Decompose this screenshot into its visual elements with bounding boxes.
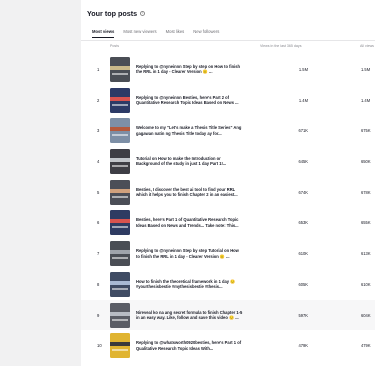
post-views-last-365: 645K [298, 159, 308, 165]
table-row[interactable]: 7 Replying to @nyneinnn Step by step Tuto… [81, 238, 375, 269]
post-thumbnail[interactable] [110, 210, 130, 236]
column-posts: Posts [110, 44, 119, 48]
table-row[interactable]: 4 Tutorial on How to make the Introductio… [81, 146, 375, 177]
post-thumbnail[interactable] [110, 118, 130, 144]
table-row[interactable]: 5 Besties, I discover the best ai tool to… [81, 177, 375, 208]
post-views-last-365: 479K [298, 343, 308, 349]
post-title[interactable]: Replying to @whatsworth0920besties, here… [136, 340, 243, 351]
table-row[interactable]: 9 Nireveal ko na ang secret formula to fi… [81, 299, 375, 331]
post-rank: 4 [97, 159, 100, 165]
post-views-last-365: 671K [298, 128, 308, 134]
post-rank: 2 [97, 97, 100, 103]
post-all-views: 678K [361, 189, 371, 195]
post-title[interactable]: Besties, here's Part 1 of Quantitative R… [136, 217, 243, 228]
post-rank: 1 [97, 67, 100, 72]
post-all-views: 655K [361, 220, 371, 226]
post-thumbnail[interactable] [110, 271, 130, 297]
post-thumbnail[interactable] [110, 179, 130, 205]
page-title: Your top posts [87, 9, 138, 18]
post-thumbnail[interactable] [110, 333, 130, 359]
post-thumbnail[interactable] [110, 57, 130, 82]
post-rank: 8 [97, 281, 100, 287]
post-all-views: 479K [361, 343, 371, 349]
post-title[interactable]: Tutorial on How to make the Introduction… [136, 156, 243, 167]
table-row[interactable]: 10 Replying to @whatsworth0920besties, he… [81, 330, 375, 361]
post-thumbnail[interactable] [110, 302, 130, 328]
table-row[interactable]: 3 Welcome to my "Let's make a Thesis Titl… [81, 115, 375, 146]
tab-most-views[interactable]: Most views [92, 29, 115, 38]
table-row[interactable]: 2 Replying to @nyneinnn Besties, here's P… [81, 85, 375, 116]
post-title[interactable]: How to finish the theoretical framework … [136, 279, 243, 290]
post-rank: 7 [97, 251, 100, 257]
post-views-last-365: 597K [298, 312, 308, 318]
top-posts-panel: Your top posts i Most views Most new vie… [81, 0, 375, 366]
post-thumbnail[interactable] [110, 241, 130, 267]
sort-tabs: Most views Most new viewers Most likes N… [92, 29, 219, 38]
column-all-views: All views [360, 44, 374, 48]
info-icon[interactable]: i [140, 11, 146, 16]
post-all-views: 604K [361, 312, 371, 318]
post-views-last-365: 674K [298, 189, 308, 195]
post-title[interactable]: Welcome to my "Let's make a Thesis Title… [136, 125, 243, 136]
top-posts-header: Your top posts i [87, 9, 146, 18]
post-rank: 9 [97, 312, 100, 318]
post-all-views: 610K [361, 281, 371, 287]
post-views-last-365: 1.5M [298, 67, 308, 72]
post-rank: 10 [97, 343, 102, 349]
tab-most-likes[interactable]: Most likes [166, 29, 185, 38]
post-all-views: 650K [361, 159, 371, 165]
post-views-last-365: 610K [298, 251, 308, 257]
post-rank: 3 [97, 128, 100, 134]
tabs-divider [81, 40, 375, 41]
tab-most-new-viewers[interactable]: Most new viewers [123, 29, 156, 38]
post-all-views: 1.4M [361, 97, 371, 103]
post-rank: 6 [97, 220, 100, 226]
post-thumbnail[interactable] [110, 149, 130, 175]
post-title[interactable]: Nireveal ko na ang secret formula to fin… [136, 310, 243, 321]
post-views-last-365: 1.4M [298, 97, 308, 103]
post-title[interactable]: Replying to @nyneinnn Step by step Tutor… [136, 248, 243, 259]
post-title[interactable]: Besties, I discover the best ai tool to … [136, 187, 243, 198]
tab-new-followers[interactable]: New followers [193, 29, 219, 38]
post-views-last-365: 653K [298, 220, 308, 226]
table-header: Posts Views in the last 365 days All vie… [81, 44, 375, 51]
table-row[interactable]: 6 Besties, here's Part 1 of Quantitative … [81, 207, 375, 238]
post-views-last-365: 605K [298, 281, 308, 287]
column-views-last-365: Views in the last 365 days [260, 44, 302, 48]
table-row[interactable]: 1 Replying to @nyneinnn Step by step on H… [81, 54, 375, 85]
table-row[interactable]: 8 How to finish the theoretical framework… [81, 269, 375, 300]
post-all-views: 613K [361, 251, 371, 257]
post-all-views: 1.5M [361, 67, 371, 72]
post-title[interactable]: Replying to @nyneinnn Besties, here's Pa… [136, 95, 243, 106]
post-title[interactable]: Replying to @nyneinnn Step by step on Ho… [136, 64, 243, 75]
post-all-views: 675K [361, 128, 371, 134]
posts-table: 1 Replying to @nyneinnn Step by step on H… [81, 54, 375, 361]
post-rank: 5 [97, 189, 100, 195]
post-thumbnail[interactable] [110, 87, 130, 113]
